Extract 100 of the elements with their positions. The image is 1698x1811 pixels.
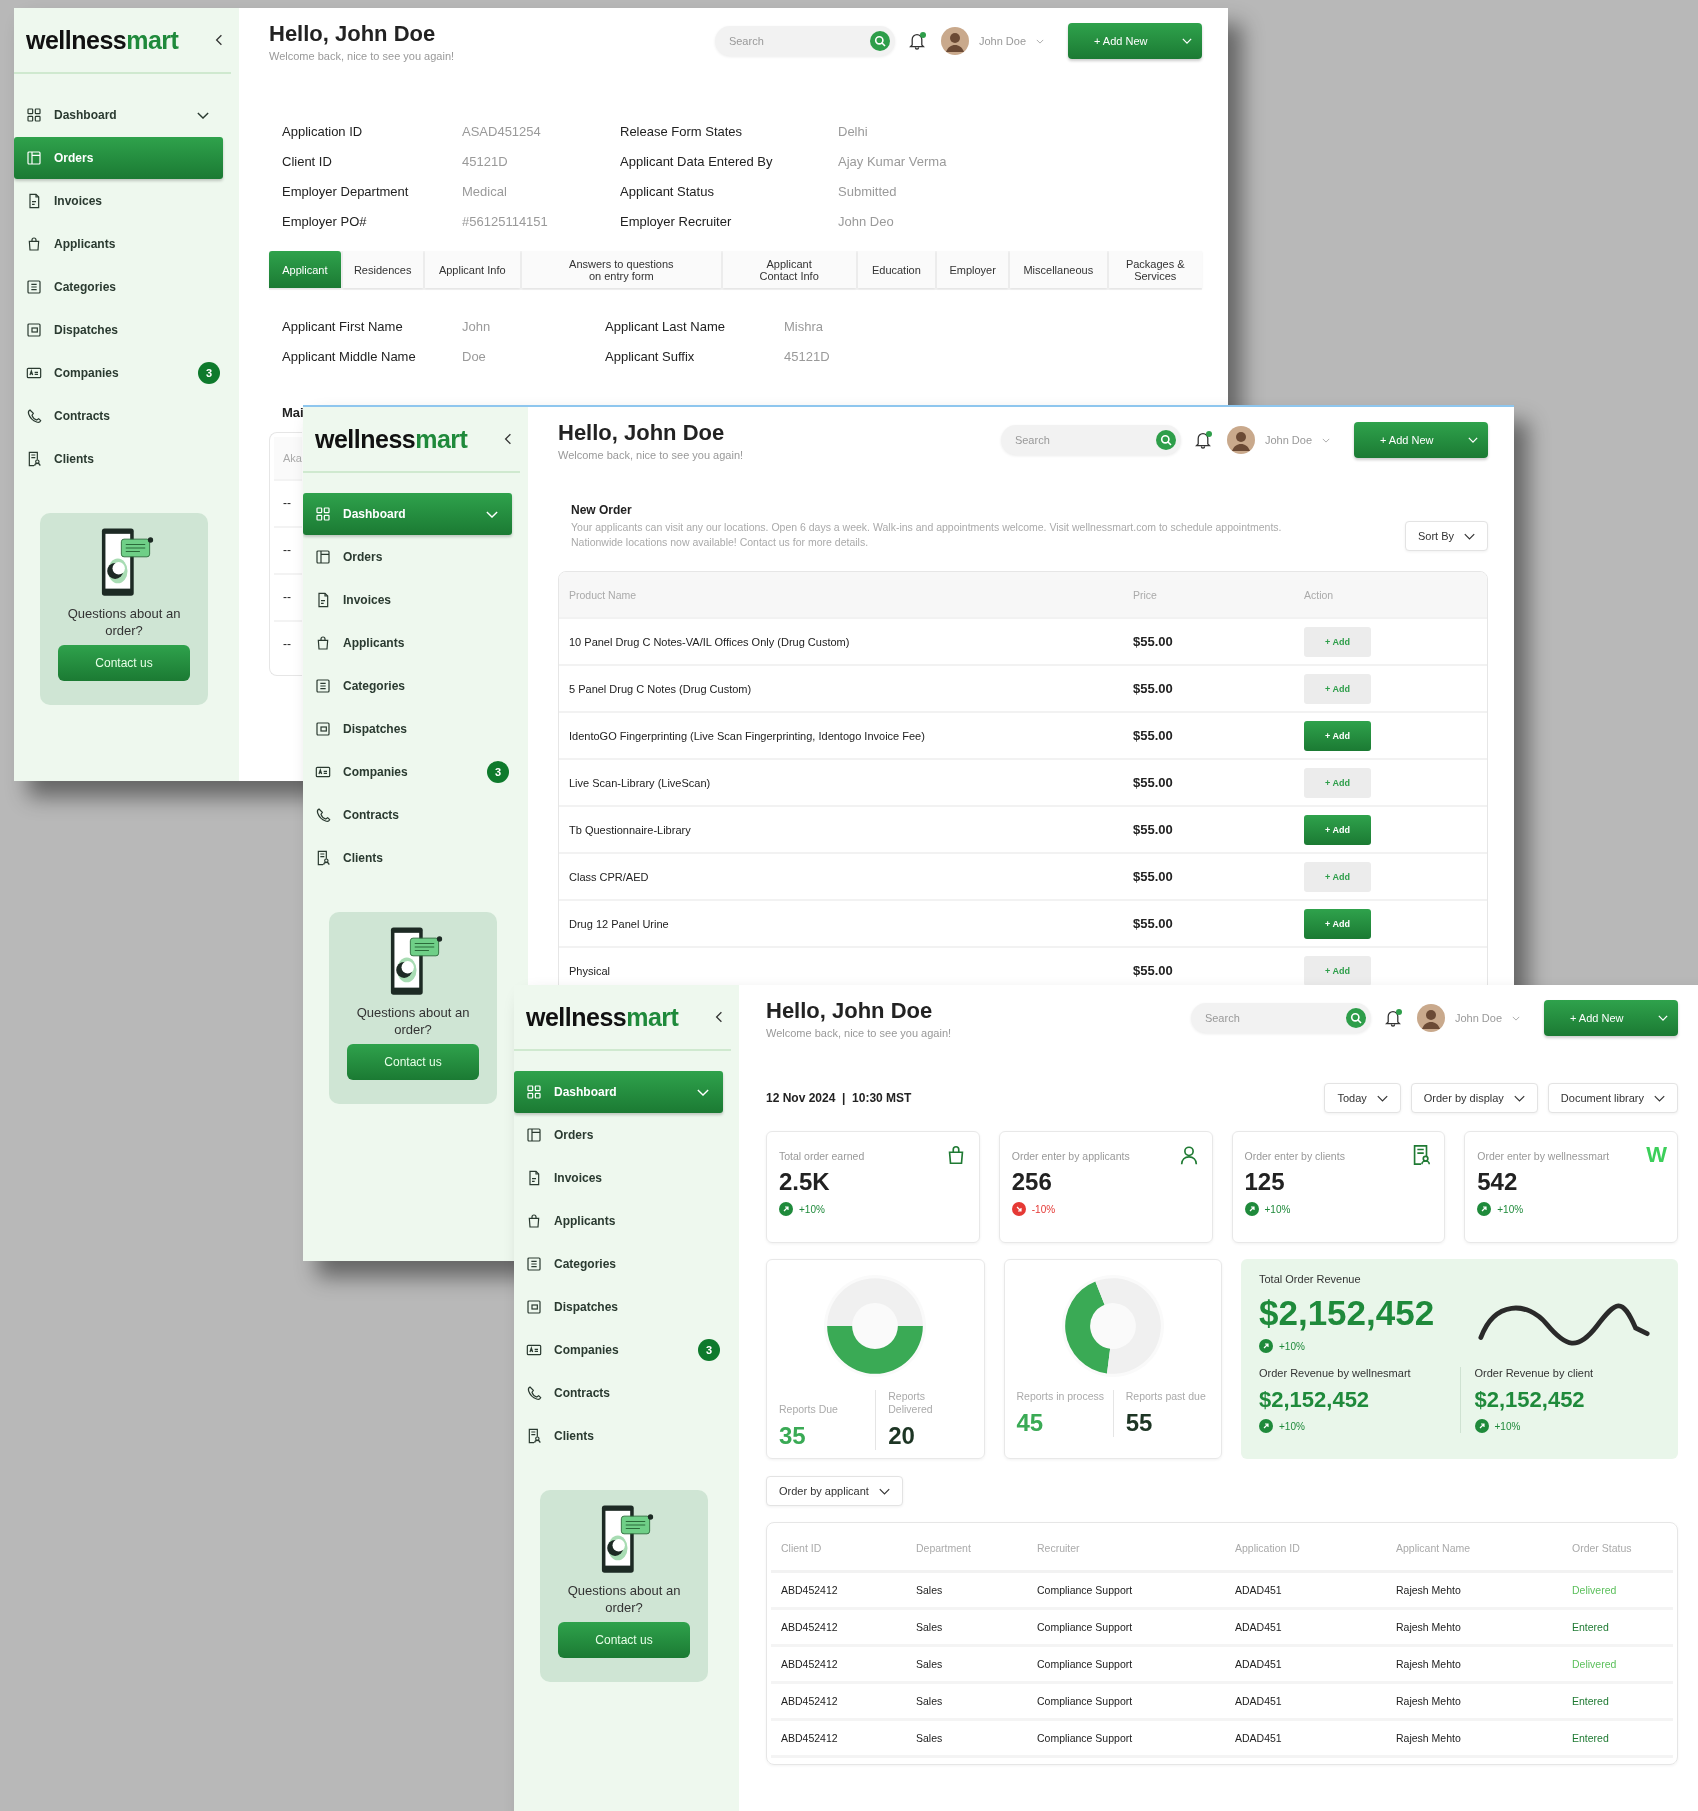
stat-value: 542 — [1477, 1168, 1519, 1196]
phone-icon — [526, 1385, 542, 1401]
search-icon[interactable] — [869, 31, 890, 51]
list-icon — [26, 279, 42, 295]
add-button[interactable]: + Add — [1304, 814, 1371, 845]
avatar-icon[interactable] — [1416, 1004, 1445, 1032]
collapse-icon[interactable] — [215, 34, 223, 46]
table-cell-text: Class CPR/AED — [569, 870, 650, 883]
nav-item[interactable]: Companies 3 — [514, 1329, 723, 1371]
nav-item[interactable]: Dashboard — [303, 493, 512, 535]
nav-item[interactable]: Applicants — [14, 223, 223, 265]
nav-item[interactable]: Companies 3 — [14, 352, 223, 394]
search-field[interactable]: Search — [1190, 1003, 1371, 1033]
caret-icon — [1468, 437, 1478, 443]
filter-dropdown[interactable]: Document library — [1547, 1083, 1678, 1113]
tab[interactable]: Packages & Services — [1108, 251, 1202, 288]
search-field[interactable]: Search — [714, 26, 895, 56]
revenue-title: Total Order Revenue — [1259, 1273, 1362, 1285]
nav-item[interactable]: Dispatches — [14, 309, 223, 351]
description-text: Nationwide locations now available! Contact us for more details. — [571, 535, 870, 550]
table-cell-text: ADAD451 — [1235, 1584, 1283, 1596]
bell-icon[interactable] — [1384, 1009, 1401, 1027]
nav-item[interactable]: Contracts — [14, 395, 223, 437]
collapse-icon[interactable] — [715, 1011, 723, 1023]
search-icon[interactable] — [1155, 430, 1176, 450]
nav-item[interactable]: Dashboard — [14, 94, 223, 136]
chevron-icon — [1654, 1094, 1665, 1102]
collapse-icon[interactable] — [504, 433, 512, 445]
nav-item[interactable]: Applicants — [514, 1200, 723, 1242]
nav-item[interactable]: Companies 3 — [303, 751, 512, 793]
contact-button[interactable]: Contact us — [347, 1044, 479, 1080]
contact-button[interactable]: Contact us — [558, 1622, 690, 1658]
tab[interactable]: Applicant Contact Info — [722, 251, 856, 288]
column-header: Application ID — [1235, 1542, 1301, 1554]
nav-item[interactable]: Dispatches — [303, 708, 512, 750]
field-label: Client ID — [282, 153, 333, 171]
nav-item[interactable]: Categories — [14, 266, 223, 308]
search-icon[interactable] — [1345, 1008, 1366, 1028]
nav-item[interactable]: Invoices — [14, 180, 223, 222]
greeting-title: Hello, John Doe — [558, 419, 726, 446]
nav-item[interactable]: Applicants — [303, 622, 512, 664]
revenue-label: Order Revenue by client — [1474, 1367, 1595, 1379]
stat-value: 35 — [779, 1422, 807, 1450]
add-button[interactable]: + Add — [1304, 720, 1371, 751]
add-new-button[interactable]: + Add New — [1544, 1000, 1678, 1036]
search-field[interactable]: Search — [1000, 425, 1181, 455]
tab[interactable]: Miscellaneous — [1010, 251, 1107, 288]
count-badge: 3 — [198, 362, 220, 384]
table-cell-text: Sales — [916, 1658, 944, 1670]
bell-icon[interactable] — [908, 32, 925, 50]
nav-item[interactable]: Dispatches — [514, 1286, 723, 1328]
contact-button[interactable]: Contact us — [58, 645, 190, 681]
table-cell-text: ABD452412 — [781, 1584, 839, 1596]
nav-item[interactable]: Categories — [514, 1243, 723, 1285]
nav-item[interactable]: Contracts — [303, 794, 512, 836]
nav-item[interactable]: Orders — [514, 1114, 723, 1156]
chevron-icon[interactable] — [197, 111, 209, 119]
nav-item[interactable]: Clients — [514, 1415, 723, 1457]
field-label: Applicant First Name — [282, 318, 404, 336]
add-new-button[interactable]: + Add New — [1068, 23, 1202, 59]
nav-item[interactable]: Orders — [303, 536, 512, 578]
nav-item[interactable]: Clients — [303, 837, 512, 879]
table-cell-text: Compliance Support — [1037, 1621, 1134, 1633]
nav-item[interactable]: Dashboard — [514, 1071, 723, 1113]
chevron-icon — [1513, 1094, 1525, 1102]
tab[interactable]: Applicant Info — [424, 251, 520, 288]
nav-item[interactable]: Invoices — [514, 1157, 723, 1199]
nav-item[interactable]: Clients — [14, 438, 223, 480]
tray-icon — [26, 322, 42, 338]
field-value: Ajay Kumar Verma — [838, 153, 948, 171]
count-badge: 3 — [487, 761, 509, 783]
greeting-subtitle: Welcome back, nice to see you again! — [269, 49, 456, 62]
nav-item[interactable]: Contracts — [514, 1372, 723, 1414]
chevron-icon — [1464, 532, 1475, 540]
tab[interactable]: Applicant — [269, 251, 341, 288]
add-new-button[interactable]: + Add New — [1354, 422, 1488, 458]
field-label: Applicant Data Entered By — [620, 153, 774, 171]
chevron-icon — [1376, 1094, 1388, 1102]
brand-logo: wellnessmart — [526, 1002, 679, 1032]
nav-item[interactable]: Orders — [14, 137, 223, 179]
table-cell-text: $55.00 — [1133, 963, 1174, 978]
nav-item[interactable]: Invoices — [303, 579, 512, 621]
filter-dropdown[interactable]: Today — [1324, 1083, 1401, 1113]
avatar-icon[interactable] — [940, 27, 969, 55]
layout-icon — [26, 150, 42, 166]
tab[interactable]: Education — [857, 251, 936, 288]
tab[interactable]: Employer — [937, 251, 1009, 288]
table-cell-text: $55.00 — [1133, 822, 1174, 837]
section-title: Mai — [281, 405, 305, 420]
tab[interactable]: Residences — [342, 251, 423, 288]
bell-icon[interactable] — [1194, 431, 1211, 449]
grid-icon — [26, 107, 42, 123]
field-label: Applicant Last Name — [605, 318, 726, 336]
avatar-icon[interactable] — [1226, 426, 1255, 454]
filter-dropdown[interactable]: Order by display — [1410, 1083, 1538, 1113]
sort-dropdown[interactable]: Sort By — [1404, 521, 1488, 551]
add-button[interactable]: + Add — [1304, 908, 1371, 939]
tab[interactable]: Answers to questions on entry form — [521, 251, 721, 288]
filter-dropdown[interactable]: Order by applicant — [766, 1476, 903, 1506]
nav-item[interactable]: Categories — [303, 665, 512, 707]
